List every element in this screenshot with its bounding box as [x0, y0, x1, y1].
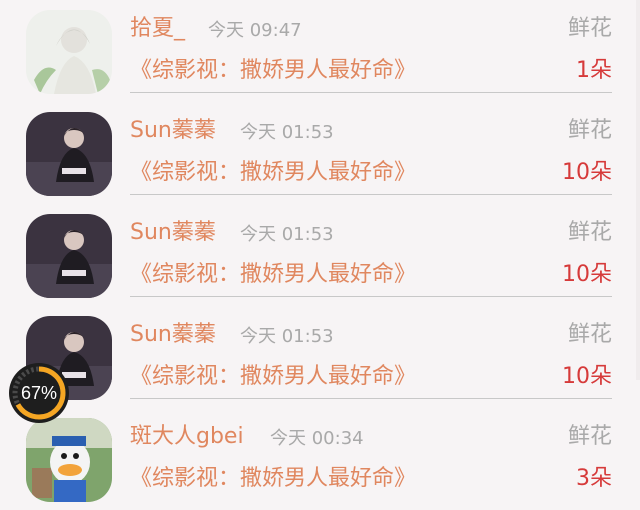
user-name[interactable]: 斑大人gbei: [130, 422, 244, 452]
list-item[interactable]: 拾夏_ 今天 09:47 鲜花 《综影视：撒娇男人最好命》 1朵: [0, 0, 640, 102]
gift-count: 10朵: [562, 364, 612, 389]
book-title[interactable]: 《综影视：撒娇男人最好命》: [130, 158, 416, 188]
avatar[interactable]: [26, 112, 112, 196]
divider: [130, 296, 612, 297]
divider: [130, 194, 612, 195]
list-item[interactable]: Sun蓁蓁 今天 01:53 鲜花 《综影视：撒娇男人最好命》 10朵: [0, 306, 640, 408]
book-title[interactable]: 《综影视：撒娇男人最好命》: [130, 362, 416, 392]
gift-type: 鲜花: [567, 424, 612, 449]
avatar[interactable]: [26, 10, 112, 94]
person-on-sofa-icon: [26, 112, 112, 196]
user-name[interactable]: 拾夏_: [130, 14, 185, 44]
divider: [130, 398, 612, 399]
gift-type: 鲜花: [567, 220, 612, 245]
list-item[interactable]: 斑大人gbei 今天 00:34 鲜花 《综影视：撒娇男人最好命》 3朵: [0, 408, 640, 510]
scrollbar[interactable]: [636, 0, 640, 380]
progress-label: 67%: [20, 382, 58, 403]
avatar[interactable]: [26, 418, 112, 502]
donald-duck-icon: [26, 418, 112, 502]
user-name[interactable]: Sun蓁蓁: [130, 218, 216, 248]
gift-count: 1朵: [576, 58, 612, 83]
gift-record-list: 拾夏_ 今天 09:47 鲜花 《综影视：撒娇男人最好命》 1朵 Sun蓁蓁 今…: [0, 0, 640, 510]
gift-count: 10朵: [562, 160, 612, 185]
list-item[interactable]: Sun蓁蓁 今天 01:53 鲜花 《综影视：撒娇男人最好命》 10朵: [0, 102, 640, 204]
timestamp: 今天 01:53: [240, 122, 334, 143]
user-name[interactable]: Sun蓁蓁: [130, 116, 216, 146]
list-item[interactable]: Sun蓁蓁 今天 01:53 鲜花 《综影视：撒娇男人最好命》 10朵: [0, 204, 640, 306]
divider: [130, 92, 612, 93]
timestamp: 今天 00:34: [270, 428, 364, 449]
book-title[interactable]: 《综影视：撒娇男人最好命》: [130, 464, 416, 494]
gift-type: 鲜花: [567, 322, 612, 347]
timestamp: 今天 09:47: [208, 20, 302, 41]
gift-count: 10朵: [562, 262, 612, 287]
timestamp: 今天 01:53: [240, 326, 334, 347]
user-name[interactable]: Sun蓁蓁: [130, 320, 216, 350]
avatar[interactable]: [26, 214, 112, 298]
book-title[interactable]: 《综影视：撒娇男人最好命》: [130, 260, 416, 290]
gift-type: 鲜花: [567, 16, 612, 41]
person-on-sofa-icon: [26, 214, 112, 298]
progress-indicator[interactable]: 67%: [8, 362, 70, 424]
gift-type: 鲜花: [567, 118, 612, 143]
timestamp: 今天 01:53: [240, 224, 334, 245]
girl-sketch-icon: [26, 10, 112, 94]
gift-count: 3朵: [576, 466, 612, 491]
book-title[interactable]: 《综影视：撒娇男人最好命》: [130, 56, 416, 86]
